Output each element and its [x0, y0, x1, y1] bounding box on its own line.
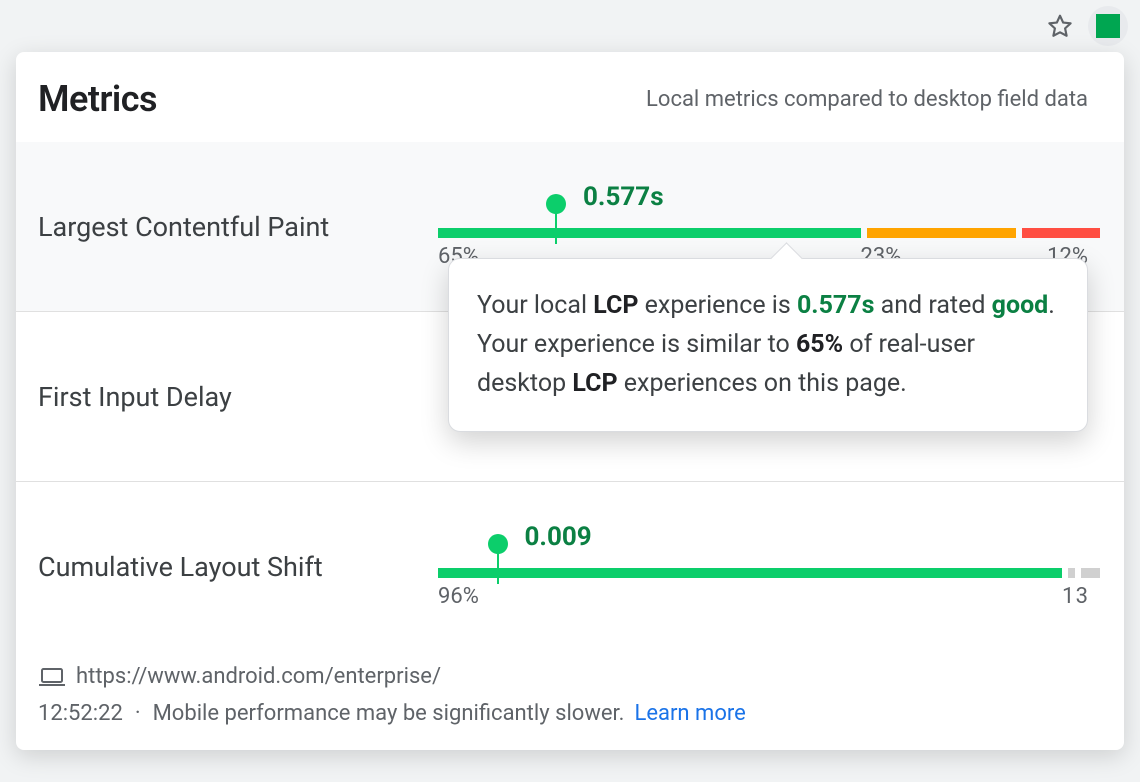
panel-header: Metrics Local metrics compared to deskto…: [16, 52, 1124, 142]
segment-label: 96%: [438, 584, 479, 609]
metric-value: 0.009: [525, 522, 592, 552]
panel-footer: https://www.android.com/enterprise/ 12:5…: [16, 652, 1124, 742]
segment-label: 3: [1076, 584, 1088, 609]
separator-dot: ·: [133, 701, 143, 726]
footer-note: Mobile performance may be significantly …: [153, 701, 625, 726]
metric-name: Cumulative Layout Shift: [38, 551, 438, 583]
segment-label: 1: [1062, 584, 1074, 609]
footer-url-line: https://www.android.com/enterprise/: [38, 658, 1102, 695]
footer-note-line: 12:52:22 · Mobile performance may be sig…: [38, 695, 1102, 732]
segment-good: [438, 568, 1062, 578]
metric-name: Largest Contentful Paint: [38, 211, 438, 243]
segment-gray: [1081, 568, 1101, 578]
browser-toolbar: [0, 0, 1140, 52]
laptop-icon: [38, 667, 66, 687]
metric-tooltip: Your local LCP experience is 0.577s and …: [448, 258, 1088, 432]
segment-bad: [1022, 228, 1100, 238]
footer-time: 12:52:22: [38, 701, 123, 726]
segment-warn: [867, 228, 1017, 238]
distribution-track: [438, 568, 1088, 578]
panel-title: Metrics: [38, 78, 157, 120]
segment-good: [438, 228, 861, 238]
profile-avatar[interactable]: [1088, 6, 1128, 46]
bookmark-star-icon[interactable]: [1046, 12, 1074, 40]
footer-url: https://www.android.com/enterprise/: [76, 664, 441, 689]
learn-more-link[interactable]: Learn more: [634, 701, 745, 726]
metric-value: 0.577s: [583, 182, 664, 212]
metric-row-2[interactable]: Cumulative Layout Shift96% 13 0.009: [16, 482, 1124, 652]
metric-name: First Input Delay: [38, 381, 438, 413]
tooltip-text: Your local LCP experience is 0.577s and …: [477, 291, 1055, 398]
panel-subtitle: Local metrics compared to desktop field …: [646, 87, 1088, 112]
distribution-track: [438, 228, 1088, 238]
segment-gray: [1068, 568, 1075, 578]
value-marker: [555, 210, 557, 244]
metric-distribution-chart: 96% 13 0.009: [438, 522, 1088, 612]
value-marker: [497, 550, 499, 584]
